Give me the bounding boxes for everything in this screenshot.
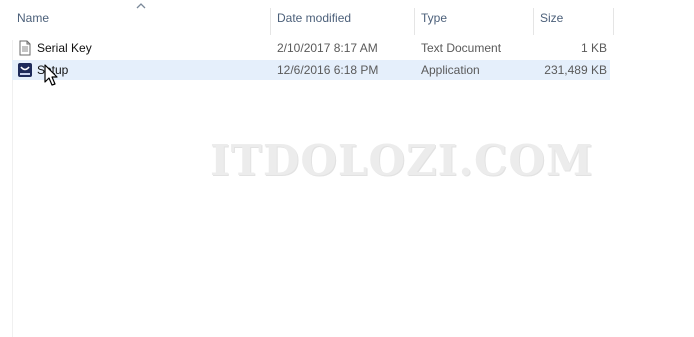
- column-divider[interactable]: [270, 8, 271, 35]
- mouse-pointer-icon: [44, 64, 58, 86]
- text-document-icon: [19, 40, 31, 56]
- watermark-text: ITDOLOZI.COM: [210, 136, 594, 185]
- file-date-modified: 2/10/2017 8:17 AM: [277, 41, 378, 55]
- left-pane-edge: [12, 40, 13, 337]
- column-divider[interactable]: [414, 8, 415, 35]
- column-header-type[interactable]: Type: [416, 0, 533, 37]
- file-type: Text Document: [421, 41, 502, 55]
- file-size: 231,489 KB: [544, 63, 607, 77]
- column-header-bar: Name Date modified Type Size: [0, 0, 694, 37]
- column-divider[interactable]: [533, 8, 534, 35]
- setup-application-icon: [18, 63, 32, 77]
- file-name: Serial Key: [37, 41, 92, 55]
- column-header-size[interactable]: Size: [535, 0, 613, 37]
- file-size: 1 KB: [580, 41, 607, 55]
- file-row-setup[interactable]: Setup 12/6/2016 6:18 PM Application 231,…: [12, 60, 610, 80]
- file-type: Application: [421, 63, 480, 77]
- column-divider[interactable]: [613, 8, 614, 35]
- file-date-modified: 12/6/2016 6:18 PM: [277, 63, 379, 77]
- file-row-serial-key[interactable]: Serial Key 2/10/2017 8:17 AM Text Docume…: [12, 38, 610, 58]
- column-header-date-modified[interactable]: Date modified: [272, 0, 414, 37]
- column-header-name[interactable]: Name: [12, 0, 270, 37]
